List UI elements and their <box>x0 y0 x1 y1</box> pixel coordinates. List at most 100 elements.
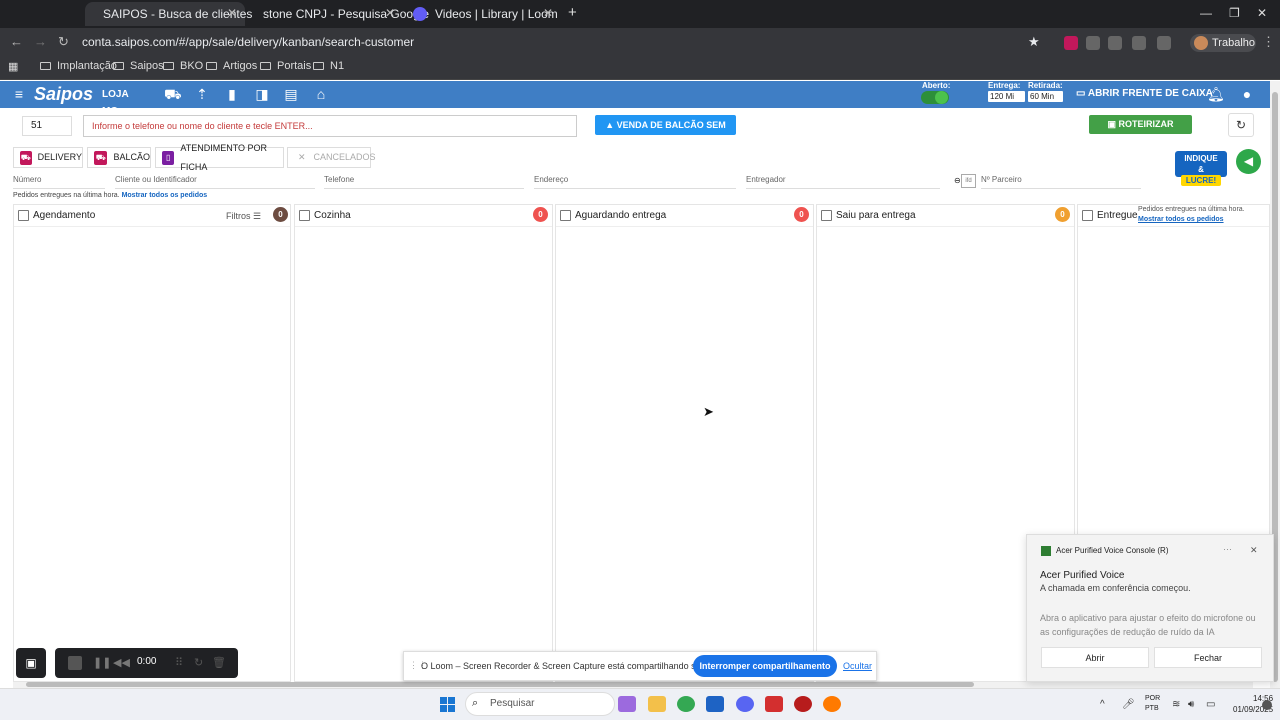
minimize-icon[interactable]: — <box>1200 6 1212 20</box>
tab-saipos[interactable]: SAIPOS - Busca de clientes ✕ <box>85 2 252 26</box>
profile-button[interactable]: Trabalho <box>1190 34 1256 52</box>
loom-pause-icon[interactable]: ❚❚ <box>93 656 111 669</box>
venda-balcao-button[interactable]: ▲ VENDA DE BALCÃO SEM CLIENTE <box>595 115 736 150</box>
filter-clear-icon[interactable]: ⊖ <box>954 176 961 185</box>
calculator-icon[interactable] <box>706 696 724 712</box>
select-all-checkbox[interactable] <box>1082 210 1093 221</box>
filtros-button[interactable]: Filtros ☰ <box>226 211 261 222</box>
bookmark-star-icon[interactable]: ★ <box>1028 34 1040 50</box>
loom-trash-icon[interactable]: 🗑︎ <box>212 656 226 669</box>
bookmark-folder[interactable]: Artigos <box>206 60 257 72</box>
bookmark-folder[interactable]: Implantação <box>40 60 117 72</box>
board-icon[interactable]: ◨ <box>254 86 270 102</box>
file-explorer-icon[interactable] <box>648 696 666 712</box>
battery-icon[interactable]: ▭ <box>1206 699 1215 710</box>
reload-icon[interactable]: ↻ <box>58 34 69 50</box>
extension-icon[interactable] <box>1064 36 1078 50</box>
filter-entregador[interactable]: Entregador <box>746 175 940 189</box>
filter-parceiro[interactable]: Nº Parceiro <box>981 175 1141 189</box>
order-number-field[interactable]: 51 <box>22 116 72 136</box>
aberto-toggle[interactable] <box>921 91 949 104</box>
hamburger-menu-icon[interactable]: ≡ <box>11 86 27 102</box>
wifi-icon[interactable]: ≋ <box>1172 699 1180 710</box>
extension-icon[interactable] <box>1086 36 1100 50</box>
bookmark-folder[interactable]: Saipos <box>113 60 164 72</box>
loom-camera-icon[interactable]: ▣ <box>16 648 46 678</box>
new-tab-icon[interactable]: + <box>568 4 577 21</box>
tab-loom[interactable]: Videos | Library | Loom ✕ <box>403 2 561 26</box>
store-front-icon[interactable]: ⌂ <box>313 86 329 102</box>
filter-endereco[interactable]: Endereço <box>534 175 736 189</box>
cash-register-icon[interactable]: ▤ <box>283 86 299 102</box>
roteirizar-entrega-button[interactable]: ▣ ROTEIRIZAR ENTREGA <box>1089 115 1192 148</box>
user-icon[interactable]: ● <box>1239 86 1255 102</box>
tab-google[interactable]: stone CNPJ - Pesquisa Google ✕ <box>245 2 429 26</box>
bookmark-folder[interactable]: BKO <box>163 60 203 72</box>
stop-sharing-button[interactable]: Interromper compartilhamento <box>693 655 837 677</box>
show-all-orders-link[interactable]: Mostrar todos os pedidos <box>122 192 208 199</box>
entrega-time-select[interactable]: 120 Mi <box>988 91 1025 102</box>
notification-center-icon[interactable] <box>1262 700 1272 710</box>
tab-cancelados[interactable]: ✕ CANCELADOS <box>287 147 376 168</box>
menu-dots-icon[interactable]: ⋮ <box>1262 34 1275 50</box>
maximize-icon[interactable]: ❐ <box>1229 6 1240 20</box>
anydesk-icon[interactable] <box>765 696 783 712</box>
close-icon[interactable]: ✕ <box>1250 545 1258 556</box>
back-icon[interactable]: ← <box>10 34 23 49</box>
notification-bell-icon[interactable]: 🔔︎ <box>1207 86 1225 102</box>
app-icon[interactable] <box>794 696 812 712</box>
more-options-icon[interactable]: ··· <box>1223 544 1232 554</box>
copilot-icon[interactable] <box>618 696 636 712</box>
waiter-icon[interactable]: ⇡ <box>194 86 210 102</box>
apps-grid-icon[interactable]: ▦ <box>8 60 18 73</box>
extension-icon[interactable] <box>1132 36 1146 50</box>
delivery-moto-icon[interactable]: ⛟ <box>164 86 182 102</box>
hide-link[interactable]: Ocultar <box>843 661 872 671</box>
extension-icon[interactable] <box>1108 36 1122 50</box>
tab-balcao[interactable]: ⛟ BALCÃO <box>87 147 151 168</box>
store-selector[interactable]: LOJA MO... <box>102 86 152 117</box>
forward-icon[interactable]: → <box>34 34 47 49</box>
abrir-button[interactable]: Abrir <box>1041 647 1149 668</box>
close-tab-icon[interactable]: ✕ <box>385 6 395 20</box>
taskbar-search[interactable]: Pesquisar <box>465 692 615 716</box>
ticket-icon[interactable]: ▮ <box>224 86 240 102</box>
retirada-time-select[interactable]: 60 Min <box>1028 91 1063 102</box>
pencil-app-icon[interactable] <box>823 696 841 712</box>
filter-telefone[interactable]: Telefone <box>324 175 524 189</box>
volume-icon[interactable]: 🔊︎ <box>1188 699 1194 710</box>
window-close-icon[interactable]: ✕ <box>1257 6 1267 20</box>
url-field[interactable]: conta.saipos.com/#/app/sale/delivery/kan… <box>82 32 982 52</box>
select-all-checkbox[interactable] <box>821 210 832 221</box>
customer-search-input[interactable]: Informe o telefone ou nome do cliente e … <box>83 115 577 137</box>
microphone-icon[interactable]: 🎤︎ <box>1122 699 1135 710</box>
bookmark-folder[interactable]: Portais <box>260 60 311 72</box>
tray-chevron-icon[interactable]: ^ <box>1100 699 1105 710</box>
filter-numero[interactable]: Número <box>13 175 105 189</box>
close-tab-icon[interactable]: ✕ <box>543 6 553 20</box>
filter-cliente[interactable]: Cliente ou Identificador <box>115 175 315 189</box>
close-tab-icon[interactable]: ✕ <box>227 6 237 20</box>
tab-delivery[interactable]: ⛟ DELIVERY <box>13 147 83 168</box>
select-all-checkbox[interactable] <box>299 210 310 221</box>
loom-rewind-icon[interactable]: ◀◀ <box>113 656 130 669</box>
bookmark-folder[interactable]: N1 <box>313 60 344 72</box>
refresh-icon[interactable]: ↻ <box>1228 113 1254 137</box>
extensions-puzzle-icon[interactable] <box>1157 36 1171 50</box>
discord-icon[interactable] <box>736 696 754 712</box>
select-all-checkbox[interactable] <box>560 210 571 221</box>
indique-lucre-banner[interactable]: INDIQUE & LUCRE! <box>1175 151 1227 186</box>
windows-start-icon[interactable] <box>440 697 455 712</box>
loom-grid-icon[interactable]: ⠿ <box>175 656 183 669</box>
abrir-frente-caixa-button[interactable]: ▭ ABRIR FRENTE DE CAIXA <box>1076 88 1213 99</box>
select-all-checkbox[interactable] <box>18 210 29 221</box>
tab-atendimento-ficha[interactable]: ▯ ATENDIMENTO POR FICHA <box>155 143 284 172</box>
loom-stop-icon[interactable] <box>68 656 82 670</box>
show-all-orders-link[interactable]: Mostrar todos os pedidos <box>1138 216 1224 223</box>
language-indicator[interactable]: POR PTB <box>1145 694 1160 714</box>
chrome-icon[interactable] <box>677 696 695 712</box>
horizontal-scroll-thumb[interactable] <box>26 682 974 687</box>
megaphone-icon[interactable]: ◀ <box>1236 149 1261 174</box>
loom-restart-icon[interactable]: ↻ <box>194 656 203 669</box>
fechar-button[interactable]: Fechar <box>1154 647 1262 668</box>
